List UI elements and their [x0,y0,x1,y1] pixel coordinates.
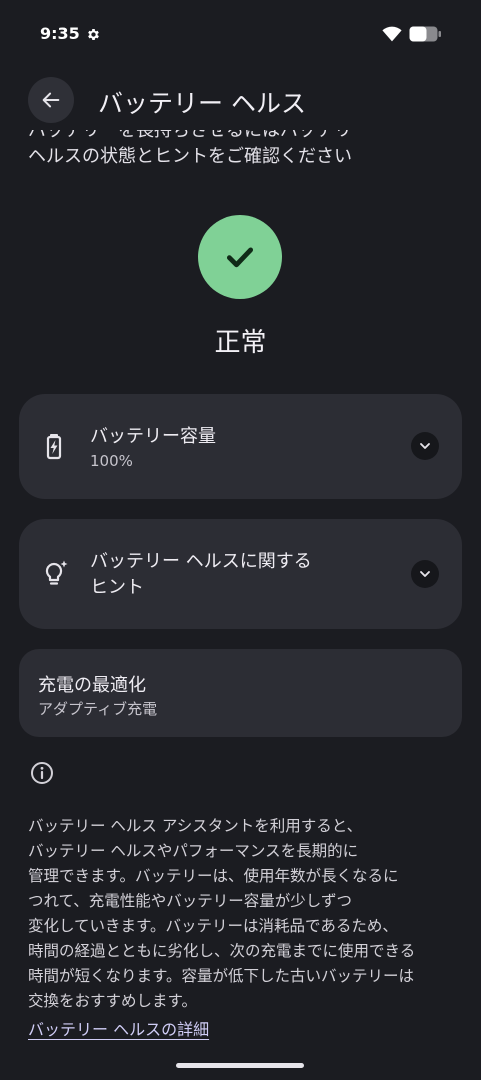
gear-icon [88,29,99,40]
info-line: 変化していきます。バッテリーは消耗品であるため、 [28,917,398,935]
charging-optimization-subtitle: アダプティブ充電 [38,700,158,718]
charging-optimization-card[interactable]: 充電の最適化 アダプティブ充電 [19,649,462,737]
tips-title-line-2: ヒント [90,577,144,598]
back-button[interactable] [28,77,74,123]
intro-text: バッテリーを長持ちさせるにはバッテリー ヘルスの状態とヒントをご確認ください [0,130,481,170]
info-line: バッテリー ヘルス アシスタントを利用すると、 [28,817,363,835]
wifi-icon [382,26,402,42]
info-line: 時間が短くなります。容量が低下した古いバッテリーは [28,967,414,985]
battery-icon [409,26,441,42]
intro-line-2: ヘルスの状態とヒントをご確認ください [28,146,352,167]
tips-title-line-1: バッテリー ヘルスに関する [90,551,312,572]
health-status-circle [198,215,282,299]
chevron-down-icon [420,443,430,449]
check-icon [226,247,254,268]
health-status-label: 正常 [214,328,267,358]
chevron-down-icon [420,571,430,577]
info-line: バッテリー ヘルスやパフォーマンスを長期的に [28,842,359,860]
battery-health-details-link[interactable]: バッテリー ヘルスの詳細 [28,1016,209,1040]
charging-optimization-title: 充電の最適化 [38,675,146,696]
info-line: つれて、充電性能やバッテリー容量が少しずつ [28,892,352,910]
info-line: 時間の経過とともに劣化し、次の充電までに使用できる [28,942,416,960]
info-icon [31,762,53,784]
arrow-back-icon [42,92,60,108]
expand-tips-button[interactable] [411,560,439,588]
status-time: 9:35 [40,24,80,43]
expand-capacity-button[interactable] [411,432,439,460]
info-line: 交換をおすすめします。 [28,992,197,1010]
info-description: バッテリー ヘルス アシスタントを利用すると、 バッテリー ヘルスやパフォーマン… [28,814,458,1014]
lightbulb-icon [45,560,68,585]
battery-capacity-value: 100% [90,452,133,470]
battery-capacity-title: バッテリー容量 [90,426,216,447]
gesture-nav-handle[interactable] [176,1063,304,1068]
info-line: 管理できます。バッテリーは、使用年数が長くなるに [28,867,399,885]
page-title: バッテリー ヘルス [98,89,306,118]
battery-charging-icon [46,434,62,460]
battery-tips-card[interactable]: バッテリー ヘルスに関する ヒント [19,519,462,629]
status-bar: 9:35 [0,0,481,66]
intro-line-1: バッテリーを長持ちさせるにはバッテリー [28,130,370,141]
battery-tips-title: バッテリー ヘルスに関する ヒント [90,549,312,601]
battery-capacity-card[interactable]: バッテリー容量 100% [19,394,462,499]
battery-health-screen: 9:35 バッテリー ヘルス バッテリーを長持ちさせるにはバッテリー ヘルスの状… [0,0,481,1080]
